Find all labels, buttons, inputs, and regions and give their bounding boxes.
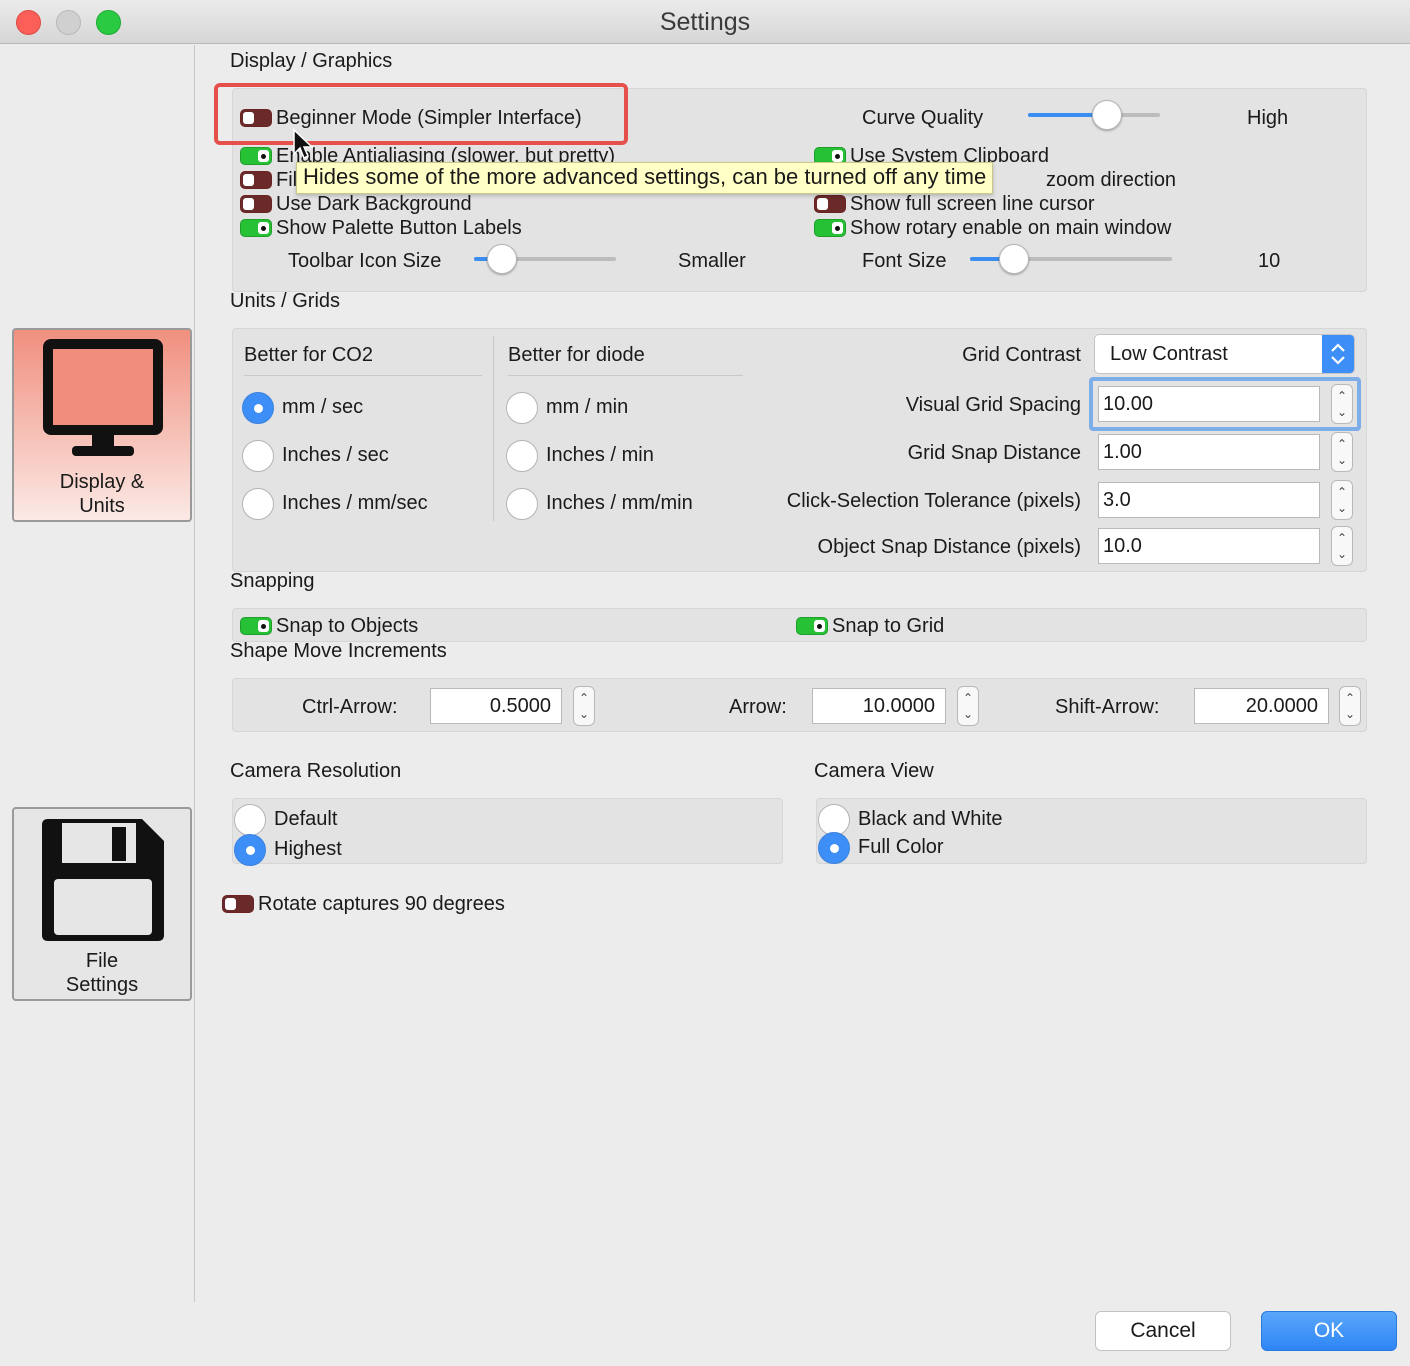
- shift-arrow-label: Shift-Arrow:: [1055, 696, 1160, 718]
- ok-button[interactable]: OK: [1261, 1311, 1397, 1351]
- rotary-enable-label: Show rotary enable on main window: [850, 217, 1172, 239]
- radio-mm-min-label: mm / min: [546, 396, 629, 418]
- diode-divider: [508, 375, 743, 376]
- radio-view-full-color-label: Full Color: [858, 836, 944, 858]
- grid-contrast-value: Low Contrast: [1110, 343, 1228, 365]
- radio-view-full-color[interactable]: [818, 832, 850, 864]
- visual-grid-spacing-label: Visual Grid Spacing: [905, 394, 1081, 416]
- radio-mm-sec-label: mm / sec: [282, 396, 364, 418]
- radio-inches-mm-sec[interactable]: [242, 488, 274, 520]
- snap-objects-label: Snap to Objects: [276, 615, 419, 637]
- rotate-captures-toggle[interactable]: [222, 895, 254, 913]
- snap-grid-toggle[interactable]: [796, 617, 828, 635]
- section-title-units-grids: Units / Grids: [230, 290, 341, 312]
- co2-header: Better for CO2: [244, 344, 373, 366]
- cancel-button[interactable]: Cancel: [1095, 1311, 1231, 1351]
- snap-objects-toggle[interactable]: [240, 617, 272, 635]
- radio-inches-mm-sec-label: Inches / mm/sec: [282, 492, 428, 514]
- radio-view-black-white-label: Black and White: [858, 808, 1003, 830]
- grid-snap-distance-label: Grid Snap Distance: [907, 442, 1081, 464]
- window-title: Settings: [659, 8, 751, 36]
- radio-inches-mm-min-label: Inches / mm/min: [546, 492, 693, 514]
- sidebar-item-label: Settings: [65, 974, 139, 996]
- toolbar-icon-size-value: Smaller: [678, 250, 746, 272]
- section-title-shape-move: Shape Move Increments: [230, 640, 447, 662]
- fullscreen-cursor-toggle[interactable]: [814, 195, 846, 213]
- grid-contrast-select[interactable]: Low Contrast: [1094, 334, 1355, 374]
- fullscreen-cursor-label: Show full screen line cursor: [850, 193, 1095, 215]
- ctrl-arrow-stepper[interactable]: ⌃ ⌄: [573, 686, 595, 726]
- object-snap-input[interactable]: 10.0: [1098, 528, 1320, 564]
- radio-inches-mm-min[interactable]: [506, 488, 538, 520]
- radio-resolution-default[interactable]: [234, 804, 266, 836]
- radio-inches-sec-label: Inches / sec: [282, 444, 389, 466]
- sidebar-item-label: Display &: [59, 471, 145, 493]
- title-bar: Settings: [0, 0, 1410, 44]
- shift-arrow-stepper[interactable]: ⌃ ⌄: [1339, 686, 1361, 726]
- grid-snap-distance-input[interactable]: 1.00: [1098, 434, 1320, 470]
- section-title-camera-resolution: Camera Resolution: [230, 760, 402, 782]
- mouse-cursor-icon: [293, 128, 314, 160]
- object-snap-label: Object Snap Distance (pixels): [817, 536, 1081, 558]
- rotate-captures-label: Rotate captures 90 degrees: [258, 893, 505, 915]
- section-title-camera-view: Camera View: [814, 760, 934, 782]
- shift-arrow-input[interactable]: 20.0000: [1194, 688, 1329, 724]
- zoom-direction-label: zoom direction: [1046, 169, 1177, 191]
- palette-labels-toggle[interactable]: [240, 219, 272, 237]
- curve-quality-slider-thumb[interactable]: [1092, 100, 1123, 130]
- fil-label: Fil: [276, 169, 298, 191]
- click-tolerance-stepper[interactable]: ⌃ ⌄: [1331, 480, 1353, 520]
- sidebar-item-label: Units: [79, 495, 125, 517]
- font-size-label: Font Size: [862, 250, 947, 272]
- dark-background-toggle[interactable]: [240, 195, 272, 213]
- curve-quality-label: Curve Quality: [862, 107, 984, 129]
- radio-inches-min[interactable]: [506, 440, 538, 472]
- monitor-icon: [43, 339, 163, 456]
- radio-resolution-highest[interactable]: [234, 834, 266, 866]
- radio-inches-sec[interactable]: [242, 440, 274, 472]
- rotary-enable-toggle[interactable]: [814, 219, 846, 237]
- settings-window: Settings Display & Units File Settings D…: [0, 0, 1410, 1366]
- radio-inches-min-label: Inches / min: [546, 444, 654, 466]
- radio-resolution-default-label: Default: [274, 808, 338, 830]
- beginner-mode-tooltip: Hides some of the more advanced settings…: [296, 162, 994, 194]
- palette-labels-label: Show Palette Button Labels: [276, 217, 522, 239]
- radio-resolution-highest-label: Highest: [274, 838, 342, 860]
- click-tolerance-label: Click-Selection Tolerance (pixels): [786, 490, 1081, 512]
- ctrl-arrow-label: Ctrl-Arrow:: [302, 696, 398, 718]
- antialiasing-toggle[interactable]: [240, 147, 272, 165]
- arrow-label: Arrow:: [729, 696, 787, 718]
- snap-grid-label: Snap to Grid: [832, 615, 945, 637]
- toolbar-icon-size-label: Toolbar Icon Size: [288, 250, 442, 272]
- sidebar-item-file-settings[interactable]: File Settings: [12, 807, 192, 1001]
- grid-contrast-label: Grid Contrast: [962, 344, 1081, 366]
- diode-header: Better for diode: [508, 344, 645, 366]
- font-size-value: 10: [1258, 250, 1281, 272]
- fil-toggle[interactable]: [240, 171, 272, 189]
- sidebar-item-display-units[interactable]: Display & Units: [12, 328, 192, 522]
- section-title-display-graphics: Display / Graphics: [230, 50, 393, 72]
- sidebar-item-label: File: [85, 950, 119, 972]
- object-snap-stepper[interactable]: ⌃ ⌄: [1331, 526, 1353, 566]
- dark-background-label: Use Dark Background: [276, 193, 472, 215]
- visual-grid-spacing-input[interactable]: 10.00: [1098, 386, 1320, 422]
- beginner-mode-highlight: [214, 83, 628, 145]
- visual-grid-spacing-stepper[interactable]: ⌃ ⌄: [1331, 384, 1353, 424]
- arrow-stepper[interactable]: ⌃ ⌄: [957, 686, 979, 726]
- radio-mm-sec[interactable]: [242, 392, 274, 424]
- radio-mm-min[interactable]: [506, 392, 538, 424]
- sidebar: Display & Units File Settings: [0, 45, 195, 1302]
- floppy-disk-icon: [42, 819, 164, 941]
- section-title-snapping: Snapping: [230, 570, 315, 592]
- grid-snap-distance-stepper[interactable]: ⌃ ⌄: [1331, 432, 1353, 472]
- ctrl-arrow-input[interactable]: 0.5000: [430, 688, 562, 724]
- curve-quality-value: High: [1247, 107, 1289, 129]
- units-column-divider: [493, 336, 494, 521]
- co2-divider: [244, 375, 482, 376]
- select-chevron-icon: [1322, 335, 1354, 373]
- click-tolerance-input[interactable]: 3.0: [1098, 482, 1320, 518]
- arrow-input[interactable]: 10.0000: [812, 688, 946, 724]
